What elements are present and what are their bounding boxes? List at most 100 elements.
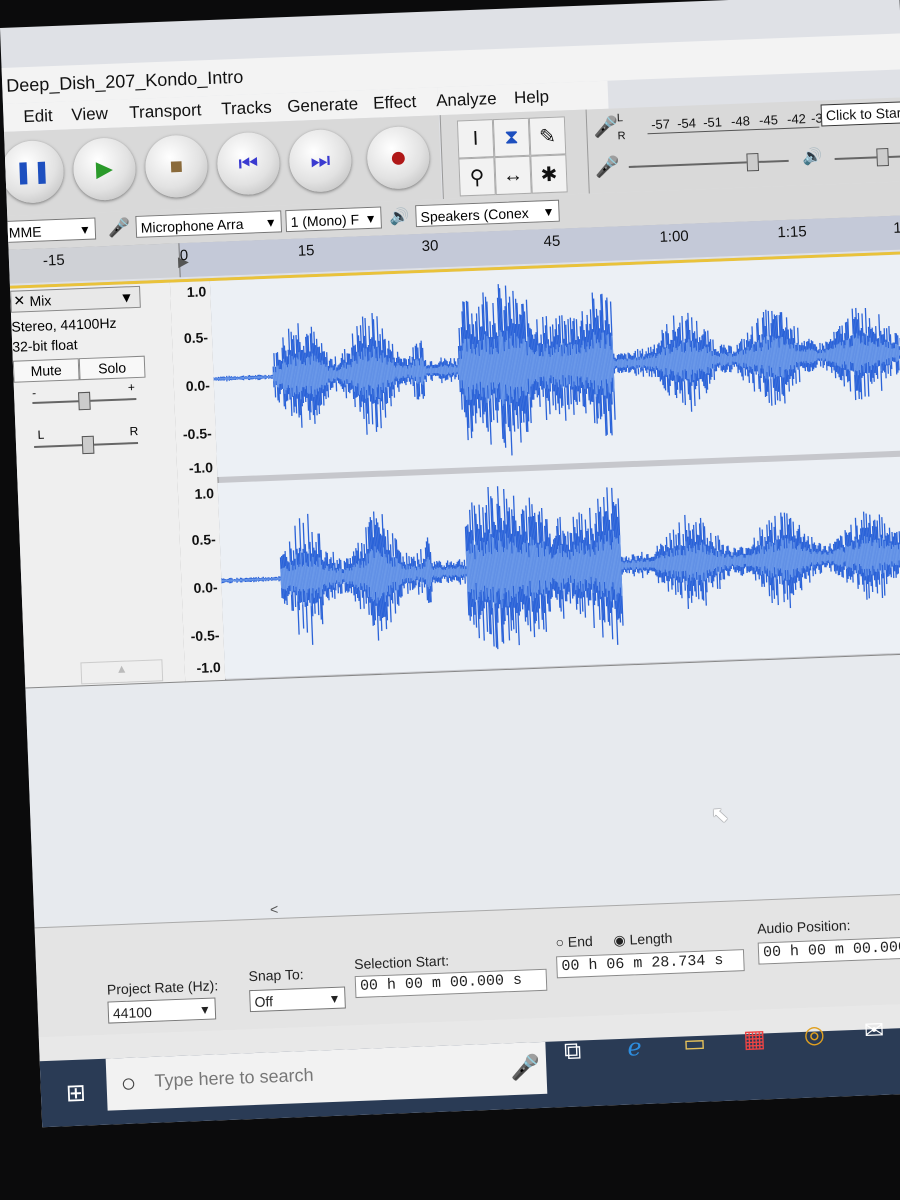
play-button[interactable]: ▶ — [72, 136, 137, 202]
waveform-rms — [280, 568, 283, 589]
close-track-icon[interactable]: ✕ — [13, 292, 25, 309]
waveform-rms — [665, 555, 668, 573]
waveform-rms — [400, 564, 403, 584]
waveform-rms — [659, 354, 662, 370]
waveform-rms — [706, 554, 708, 571]
waveform-rms — [569, 559, 572, 576]
waveform-rms — [894, 545, 897, 566]
skip-to-start-button[interactable]: ⏮ — [216, 131, 281, 196]
menu-transport[interactable]: Transport — [129, 100, 202, 123]
ruler-label: 0.5- — [191, 531, 217, 549]
time-shift-tool[interactable]: ↔ — [494, 155, 532, 196]
skip-to-end-button[interactable]: ⏭ — [288, 128, 353, 193]
waveform-rms — [776, 550, 779, 569]
file-explorer-icon[interactable]: ▭ — [677, 1025, 712, 1060]
track-control-panel: ✕ Mix ▼ Stereo, 44100Hz 32-bit float Mut… — [10, 282, 187, 689]
record-meter-mic-icon[interactable]: 🎤 — [593, 114, 619, 140]
chevron-down-icon[interactable]: ▼ — [119, 289, 133, 306]
waveform-rms — [381, 362, 384, 383]
menu-edit[interactable]: Edit — [23, 106, 53, 127]
length-value: 00 h 06 m 28.734 s — [561, 951, 724, 976]
empty-track-area[interactable]: ⬉ < — [25, 652, 900, 929]
solo-button[interactable]: Solo — [78, 355, 146, 381]
waveform-rms — [672, 556, 675, 571]
waveform-rms — [740, 350, 743, 367]
selection-tool[interactable]: I — [456, 119, 495, 159]
waveform-rms — [873, 343, 876, 364]
record-meter[interactable]: -57 -54 -51 -48 -45 -42 -3 — [646, 110, 823, 135]
waveform-rms — [839, 549, 842, 565]
waveform-rms — [835, 347, 837, 363]
menu-analyze[interactable]: Analyze — [436, 89, 497, 111]
mute-button[interactable]: Mute — [12, 358, 80, 383]
waveform-rms — [812, 349, 815, 363]
waveform-rms — [883, 548, 886, 563]
waveform-rms — [748, 350, 751, 367]
playback-device-select[interactable]: Speakers (Conex ▼ — [415, 199, 560, 228]
menu-effect[interactable]: Effect — [373, 92, 417, 114]
selection-start-field[interactable]: 00 h 00 m 00.000 s — [354, 968, 548, 999]
click-to-start-monitoring[interactable]: Click to Start — [820, 101, 900, 127]
waveform-rms — [286, 568, 289, 589]
microphone-icon: 🎤 — [107, 217, 131, 239]
windows-start-icon[interactable]: ⊞ — [58, 1075, 93, 1110]
chevron-down-icon: ▼ — [542, 204, 555, 220]
chrome-icon[interactable]: ◎ — [797, 1017, 832, 1052]
store-icon[interactable]: ▦ — [737, 1021, 772, 1056]
waveform-rms — [680, 555, 683, 572]
gain-slider-thumb[interactable] — [78, 391, 91, 411]
waveform-rms — [795, 549, 798, 568]
waveform-right-channel[interactable] — [217, 455, 900, 679]
recording-volume-slider[interactable] — [628, 152, 789, 172]
meter-right-channel: R — [617, 130, 626, 143]
edge-browser-icon[interactable]: ℯ — [617, 1030, 652, 1065]
length-field[interactable]: 00 h 06 m 28.734 s — [556, 949, 745, 979]
playback-device-value: Speakers (Conex — [420, 204, 529, 225]
playback-volume-slider[interactable] — [834, 147, 900, 167]
waveform-rms — [278, 368, 281, 385]
envelope-tool[interactable]: ⧗ — [492, 117, 531, 158]
microphone-icon[interactable]: 🎤 — [508, 1050, 543, 1085]
gain-slider[interactable] — [32, 391, 137, 411]
waveform-rms — [681, 351, 684, 371]
audio-position-field[interactable]: 00 h 00 m 00.000 s — [757, 935, 900, 965]
waveform-rms — [684, 555, 687, 571]
playback-volume-thumb[interactable] — [876, 147, 889, 167]
menu-generate[interactable]: Generate — [287, 94, 359, 117]
waveform-left-channel[interactable] — [209, 253, 900, 477]
pause-button[interactable]: ❚❚ — [0, 139, 65, 205]
waveform-rms — [350, 367, 353, 381]
recording-channels-select[interactable]: 1 (Mono) F ▼ — [285, 206, 382, 233]
project-rate-select[interactable]: 44100 ▼ — [107, 997, 217, 1024]
mail-icon[interactable]: ✉ — [856, 1013, 891, 1048]
task-view-icon[interactable]: ⧉ — [555, 1034, 590, 1069]
collapse-track-button[interactable]: ▲ — [80, 659, 164, 685]
pan-left-label: L — [37, 427, 45, 442]
menu-help[interactable]: Help — [514, 87, 550, 108]
multi-tool[interactable]: ✱ — [530, 154, 568, 194]
waveform-rms — [700, 351, 703, 370]
recording-volume-thumb[interactable] — [746, 152, 760, 172]
length-radio[interactable]: ◉ Length — [613, 930, 673, 949]
stop-button[interactable]: ■ — [144, 134, 209, 199]
pan-slider-thumb[interactable] — [81, 435, 95, 455]
audio-host-select[interactable]: MME ▼ — [3, 217, 97, 243]
meter-tick: -48 — [730, 113, 751, 129]
record-button[interactable]: ● — [366, 125, 431, 190]
recording-device-select[interactable]: Microphone Arra ▼ — [135, 210, 283, 238]
scroll-left-icon[interactable]: < — [270, 901, 279, 917]
waveform-rms — [859, 546, 862, 567]
end-radio[interactable]: ○ End — [555, 933, 593, 950]
track-name-menu[interactable]: Mix — [29, 292, 51, 309]
speaker-icon: 🔊 — [802, 148, 823, 167]
waveform-rms — [677, 555, 680, 572]
waveform-rms — [719, 551, 722, 572]
draw-tool[interactable]: ✎ — [528, 116, 567, 156]
pan-slider[interactable] — [34, 435, 139, 455]
waveform-rms — [359, 567, 362, 584]
menu-tracks[interactable]: Tracks — [221, 98, 272, 120]
snap-to-select[interactable]: Off ▼ — [249, 986, 346, 1013]
menu-view[interactable]: View — [71, 104, 108, 125]
zoom-tool[interactable]: ⚲ — [458, 157, 496, 197]
waveform-rms — [847, 546, 850, 567]
